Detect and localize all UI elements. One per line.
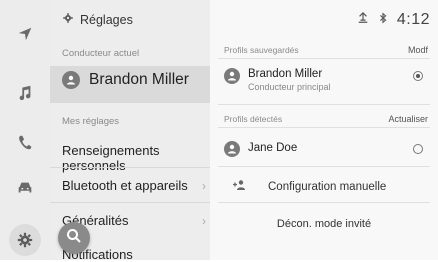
radio-selected[interactable] — [413, 71, 423, 81]
current-driver-name: Brandon Miller — [89, 71, 189, 88]
divider — [218, 104, 430, 105]
clock: 4:12 — [396, 11, 430, 28]
saved-profiles-section: Profils sauvegardés — [224, 45, 299, 55]
refresh-button[interactable]: Actualiser — [388, 114, 428, 124]
screen: Réglages Conducteur actuel Mes réglages … — [0, 0, 438, 262]
manual-config-button[interactable]: Configuration manuelle — [232, 178, 386, 196]
chevron-right-icon: › — [202, 178, 206, 193]
saved-profile[interactable]: Brandon Miller Conducteur principal — [224, 68, 331, 92]
profile-subtitle: Conducteur principal — [248, 82, 331, 92]
guest-mode-button[interactable]: Décon. mode invité — [218, 218, 430, 230]
car-icon[interactable] — [10, 173, 40, 203]
phone-icon[interactable] — [10, 128, 40, 158]
manual-config-label: Configuration manuelle — [268, 181, 387, 193]
divider — [50, 167, 210, 168]
settings-gear-small-icon — [62, 12, 74, 27]
settings-title: Réglages — [62, 12, 133, 27]
divider — [218, 127, 430, 128]
divider — [218, 58, 430, 59]
settings-gear-icon[interactable] — [9, 224, 41, 256]
settings-title-label: Réglages — [80, 12, 133, 27]
navigation-arrow-icon[interactable] — [10, 19, 40, 49]
menu-item-label: Bluetooth et appareils — [62, 178, 188, 193]
edit-profiles-button[interactable]: Modf — [408, 45, 428, 55]
menu-item-label: Renseignements personnels — [62, 143, 160, 173]
search-icon — [66, 228, 82, 249]
add-user-icon — [232, 178, 246, 196]
divider — [218, 202, 430, 203]
status-bar: 4:12 — [357, 11, 430, 29]
search-button[interactable] — [58, 222, 90, 254]
radio-unselected[interactable] — [413, 144, 423, 154]
connectivity-icon — [357, 11, 369, 29]
chevron-right-icon: › — [202, 213, 206, 228]
detected-profiles-section: Profils détectés — [224, 114, 283, 124]
user-avatar-icon — [224, 141, 240, 157]
user-avatar-icon — [62, 71, 80, 89]
divider — [218, 166, 430, 167]
my-settings-section: Mes réglages — [62, 116, 120, 127]
divider — [50, 202, 210, 203]
menu-item-personal-info[interactable]: Renseignements personnels — [62, 143, 206, 173]
nav-rail — [0, 0, 50, 260]
current-driver-section: Conducteur actuel — [62, 48, 140, 59]
bluetooth-icon — [377, 11, 389, 29]
music-note-icon[interactable] — [10, 78, 40, 108]
divider — [50, 102, 210, 103]
user-avatar-icon — [224, 68, 240, 84]
menu-item-bluetooth[interactable]: Bluetooth et appareils › — [62, 178, 206, 193]
profile-name: Brandon Miller — [248, 68, 323, 80]
profile-name: Jane Doe — [248, 142, 298, 154]
detected-profile[interactable]: Jane Doe — [224, 141, 297, 157]
current-driver[interactable]: Brandon Miller — [62, 71, 189, 89]
